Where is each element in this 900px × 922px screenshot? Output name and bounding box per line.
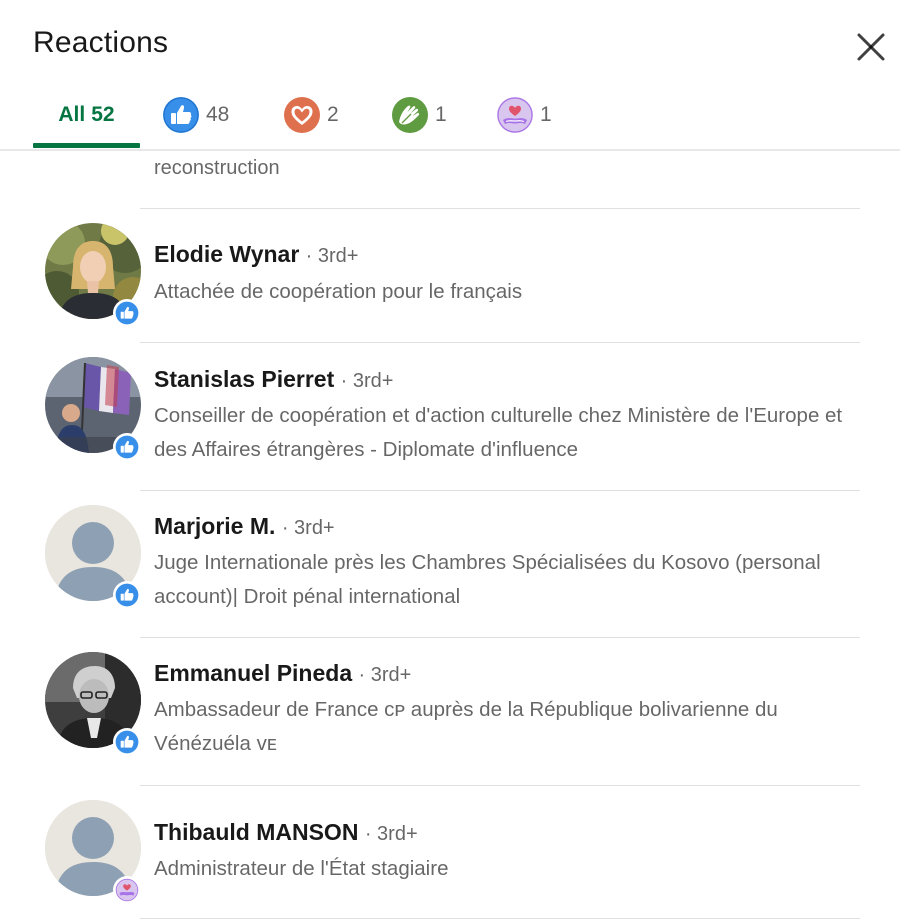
connection-degree: · 3rd+ [281, 517, 335, 539]
like-icon [113, 581, 141, 609]
tab-like[interactable]: 48 [162, 80, 229, 150]
like-icon [113, 433, 141, 461]
dialog-title: Reactions [33, 26, 169, 59]
tab-celebrate[interactable]: 1 [496, 80, 552, 150]
like-icon [113, 728, 141, 756]
tab-love-count: 2 [327, 103, 339, 126]
tab-celebrate-count: 1 [540, 103, 552, 126]
person-headline: Administrateur de l'État stagiaire [154, 857, 449, 880]
partial-row-headline: reconstruction [154, 157, 280, 179]
celebrate-icon [113, 876, 141, 904]
list-item[interactable]: Marjorie M. · 3rd+ Juge Internationale p… [0, 491, 900, 637]
person-name-line: Stanislas Pierret · 3rd+ [154, 366, 393, 393]
tab-support-count: 1 [435, 103, 447, 126]
row-divider [140, 918, 860, 919]
person-name-line: Marjorie M. · 3rd+ [154, 513, 335, 540]
person-name[interactable]: Thibauld MANSON [154, 819, 358, 845]
connection-degree: · 3rd+ [358, 664, 412, 686]
tab-all-count: 52 [91, 103, 115, 126]
person-headline: Juge Internationale près les Chambres Sp… [154, 551, 821, 608]
tab-support[interactable]: 1 [391, 80, 447, 150]
tabs-divider [0, 149, 900, 151]
active-tab-indicator [33, 143, 140, 148]
list-item[interactable]: Emmanuel Pineda · 3rd+ Ambassadeur de Fr… [0, 638, 900, 785]
person-name[interactable]: Elodie Wynar [154, 241, 299, 267]
person-headline: Ambassadeur de France ᴄᴘ auprès de la Ré… [154, 698, 778, 755]
person-name-line: Elodie Wynar · 3rd+ [154, 241, 358, 268]
list-item[interactable]: Stanislas Pierret · 3rd+ Conseiller de c… [0, 343, 900, 490]
person-headline: Attachée de coopération pour le français [154, 280, 523, 303]
reactions-header: Reactions All 52 48 2 1 1 [0, 0, 900, 151]
support-icon [391, 96, 429, 134]
reaction-tabs: All 52 48 2 1 1 [0, 80, 900, 150]
like-icon [162, 96, 200, 134]
tab-all-label: All [58, 103, 86, 126]
person-name[interactable]: Emmanuel Pineda [154, 660, 352, 686]
love-icon [283, 96, 321, 134]
person-name[interactable]: Marjorie M. [154, 513, 275, 539]
tab-love[interactable]: 2 [283, 80, 339, 150]
tab-all[interactable]: All 52 [33, 80, 140, 150]
connection-degree: · 3rd+ [364, 823, 418, 845]
connection-degree: · 3rd+ [305, 245, 359, 267]
list-item[interactable]: Elodie Wynar · 3rd+ Attachée de coopérat… [0, 209, 900, 342]
person-name-line: Thibauld MANSON · 3rd+ [154, 819, 418, 846]
celebrate-icon [496, 96, 534, 134]
like-icon [113, 299, 141, 327]
person-name[interactable]: Stanislas Pierret [154, 366, 334, 392]
tab-like-count: 48 [206, 103, 230, 126]
list-item[interactable]: Thibauld MANSON · 3rd+ Administrateur de… [0, 786, 900, 919]
connection-degree: · 3rd+ [340, 370, 394, 392]
close-icon[interactable] [852, 28, 890, 66]
person-headline: Conseiller de coopération et d'action cu… [154, 404, 843, 461]
person-name-line: Emmanuel Pineda · 3rd+ [154, 660, 411, 687]
